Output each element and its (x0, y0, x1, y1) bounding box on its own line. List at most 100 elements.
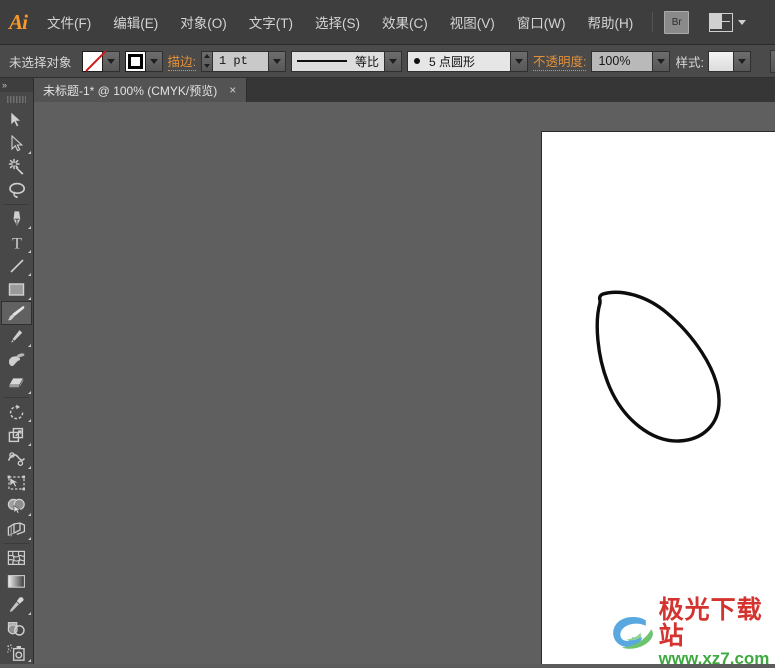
stroke-color-control[interactable] (124, 50, 163, 72)
fill-swatch[interactable] (81, 50, 103, 72)
scale-tool[interactable] (1, 424, 32, 448)
graphic-style-control[interactable] (707, 50, 751, 72)
shape-builder-tool[interactable] (1, 494, 32, 518)
chevron-down-icon (149, 58, 158, 64)
document-tab-bar: » 未标题-1* @ 100% (CMYK/预览) × (0, 78, 775, 102)
stroke-weight-control[interactable]: 1 pt (201, 50, 286, 72)
eyedropper-tool[interactable] (1, 593, 32, 617)
stroke-weight-dropdown-button[interactable] (269, 50, 286, 72)
leaf-petal-path[interactable] (595, 290, 721, 443)
menu-object-label: 对象(O) (180, 16, 227, 31)
eraser-icon (8, 376, 25, 389)
brush-definition-control[interactable]: 5 点圆形 (407, 50, 528, 72)
menu-edit[interactable]: 编辑(E) (103, 8, 168, 36)
brush-definition-dropdown-button[interactable] (511, 50, 528, 72)
stroke-dropdown-button[interactable] (145, 50, 163, 72)
menu-effect[interactable]: 效果(C) (372, 8, 438, 36)
mesh-tool[interactable] (1, 546, 32, 570)
stroke-weight-input[interactable]: 1 pt (212, 50, 269, 72)
control-bar: 未选择对象 描边: 1 pt 等比 5 点圆形 不透明度: 100% 样式: (0, 45, 775, 78)
pen-tool[interactable] (1, 207, 32, 231)
direct-selection-tool[interactable] (1, 132, 32, 156)
brush-dot-icon (414, 58, 420, 64)
menu-file[interactable]: 文件(F) (37, 8, 101, 36)
stepper-up-icon (204, 54, 210, 59)
menu-select[interactable]: 选择(S) (305, 8, 370, 36)
eraser-tool[interactable] (1, 372, 32, 396)
menu-help[interactable]: 帮助(H) (577, 8, 643, 36)
fill-color-control[interactable] (81, 50, 120, 72)
illustrator-window: Ai 文件(F) 编辑(E) 对象(O) 文字(T) 选择(S) 效果(C) 视… (0, 0, 775, 668)
rectangle-tool[interactable] (1, 278, 32, 302)
bridge-icon[interactable]: Br (664, 10, 690, 34)
tool-flyout-indicator (27, 442, 31, 446)
width-profile-display[interactable]: 等比 (291, 50, 385, 72)
menu-view[interactable]: 视图(V) (440, 8, 505, 36)
line-segment-tool[interactable] (1, 254, 32, 278)
overflow-button[interactable]: 文 (769, 49, 775, 73)
opacity-dropdown-button[interactable] (653, 50, 671, 72)
graphic-style-swatch[interactable] (707, 50, 734, 72)
perspective-grid-icon (7, 521, 26, 537)
tool-flyout-indicator (27, 536, 31, 540)
lasso-tool[interactable] (1, 179, 32, 203)
fill-dropdown-button[interactable] (102, 50, 120, 72)
magic-wand-tool[interactable] (1, 155, 32, 179)
brush-definition-display[interactable]: 5 点圆形 (407, 50, 511, 72)
width-profile-dropdown-button[interactable] (385, 50, 402, 72)
width-tool[interactable] (1, 447, 32, 471)
direct-selection-arrow-icon (11, 134, 24, 152)
workspace-switcher-button[interactable] (709, 12, 747, 32)
pen-nib-icon (12, 210, 21, 228)
perspective-grid-tool[interactable] (1, 518, 32, 542)
mesh-icon (7, 550, 25, 566)
tool-flyout-indicator (27, 612, 31, 616)
tools-collapse-icon[interactable]: » (2, 80, 7, 90)
opacity-input[interactable]: 100% (591, 50, 654, 72)
variable-width-profile-control[interactable]: 等比 (291, 50, 402, 72)
opacity-control[interactable]: 100% (591, 50, 671, 72)
lasso-icon (8, 183, 25, 199)
symbol-sprayer-tool[interactable] (1, 640, 32, 664)
blob-brush-tool[interactable] (1, 348, 32, 372)
document-tab-title: 未标题-1* @ 100% (CMYK/预览) (43, 83, 218, 98)
menu-edit-label: 编辑(E) (113, 16, 159, 31)
tools-panel-drag-handle[interactable] (7, 96, 26, 104)
free-transform-tool[interactable] (1, 471, 32, 495)
symbol-sprayer-icon (7, 644, 25, 661)
document-tab[interactable]: 未标题-1* @ 100% (CMYK/预览) × (33, 78, 248, 102)
canvas-area[interactable] (33, 102, 775, 664)
tools-panel-header[interactable]: » (0, 78, 33, 93)
shape-builder-icon (7, 498, 25, 514)
menu-select-label: 选择(S) (315, 16, 360, 31)
menu-bar: Ai 文件(F) 编辑(E) 对象(O) 文字(T) 选择(S) 效果(C) 视… (0, 0, 775, 45)
rotate-tool[interactable] (1, 400, 32, 424)
rectangle-icon (8, 283, 25, 296)
svg-text:T: T (12, 235, 22, 251)
graphic-style-dropdown-button[interactable] (733, 50, 751, 72)
scale-icon (8, 427, 23, 443)
stroke-weight-stepper[interactable] (201, 50, 212, 72)
blend-tool[interactable] (1, 617, 32, 641)
bridge-label: Br (671, 16, 682, 28)
type-tool[interactable]: T (1, 231, 32, 255)
menu-type[interactable]: 文字(T) (239, 8, 303, 36)
selection-tool[interactable] (1, 108, 32, 132)
menu-type-label: 文字(T) (248, 16, 293, 31)
menu-object[interactable]: 对象(O) (170, 8, 237, 36)
opacity-label[interactable]: 不透明度: (533, 51, 587, 71)
menu-divider (652, 12, 654, 32)
tool-flyout-indicator (27, 273, 31, 277)
pencil-tool[interactable] (1, 325, 32, 349)
close-icon[interactable]: × (227, 83, 238, 97)
stroke-swatch[interactable] (124, 50, 146, 72)
gradient-tool[interactable] (1, 570, 32, 594)
menu-window[interactable]: 窗口(W) (507, 8, 576, 36)
stroke-weight-label[interactable]: 描边: (167, 51, 196, 71)
width-profile-icon (297, 59, 347, 63)
artboard[interactable] (541, 131, 775, 664)
tool-flyout-indicator (27, 466, 31, 470)
style-label: 样式: (675, 55, 704, 70)
paintbrush-tool[interactable] (1, 301, 32, 325)
tools-panel: » T (0, 78, 34, 664)
